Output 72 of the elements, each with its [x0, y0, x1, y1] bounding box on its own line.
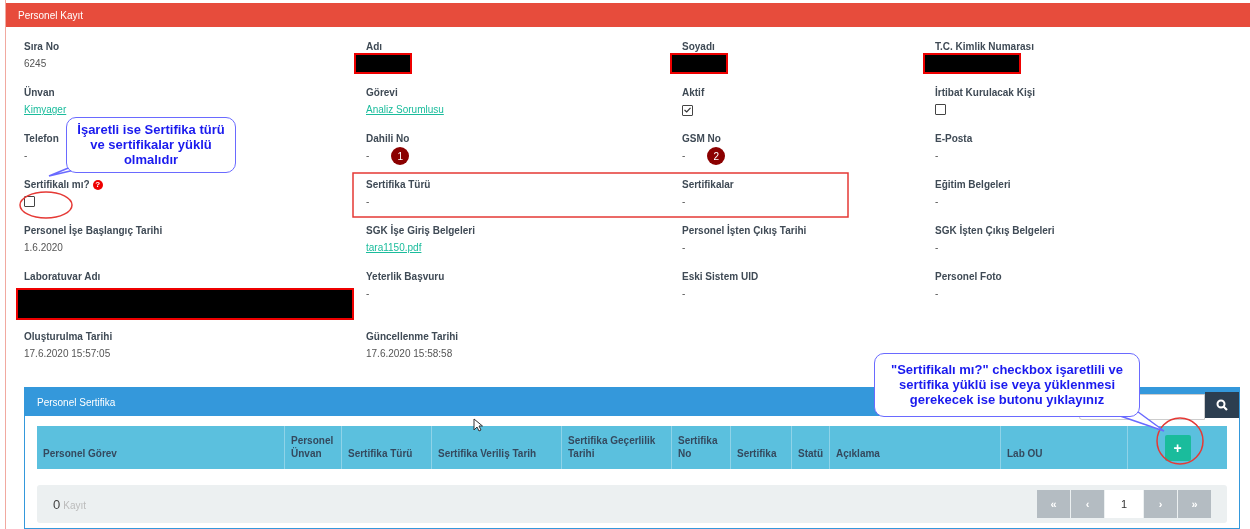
field-label: Yeterlik Başvuru	[366, 271, 445, 282]
field-value: -	[682, 288, 686, 299]
page-button[interactable]: 1	[1105, 490, 1143, 518]
field-label: Personel Foto	[935, 271, 1002, 282]
field-value: -	[935, 288, 939, 299]
highlight-circle	[1155, 416, 1205, 466]
field-label: Güncellenme Tarihi	[366, 331, 459, 342]
field-value: -	[935, 242, 939, 253]
checkbox[interactable]	[935, 104, 946, 115]
field-label: Telefon	[24, 133, 59, 144]
number-marker: 2	[707, 147, 726, 165]
field-label: Eğitim Belgeleri	[935, 179, 1011, 190]
field-label: Adı	[366, 41, 383, 52]
field-value: -	[366, 150, 370, 161]
field-label: Soyadı	[682, 41, 715, 52]
field-value: -	[366, 196, 370, 207]
field-label: GSM No	[682, 133, 721, 144]
field-label: Ünvan	[24, 87, 55, 98]
field-value: -	[682, 196, 686, 207]
field-label: E-Posta	[935, 133, 973, 144]
help-icon[interactable]: ?	[92, 179, 103, 190]
field-label: Dahili No	[366, 133, 410, 144]
column-header[interactable]: Açıklama	[836, 447, 880, 460]
column-header[interactable]: Personel Ünvan	[291, 434, 335, 460]
field-label: T.C. Kimlik Numarası	[935, 41, 1034, 52]
field-value: 1.6.2020	[24, 242, 63, 253]
field-label: Personel İşten Çıkış Tarihi	[682, 225, 807, 236]
column-header[interactable]: Sertifika Geçerlilik Tarihi	[568, 434, 665, 460]
column-header[interactable]: Sertifika Veriliş Tarih	[438, 447, 537, 460]
field-link[interactable]: Analiz Sorumlusu	[366, 104, 444, 115]
column-header[interactable]: Personel Görev	[43, 447, 117, 460]
field-label: Sıra No	[24, 41, 59, 52]
field-value: -	[682, 150, 686, 161]
column-header[interactable]: Sertifika	[737, 447, 777, 460]
panel-title: Personel Kayıt	[18, 9, 84, 21]
redaction-box	[354, 53, 412, 74]
panel-title: Personel Sertifika	[37, 396, 116, 408]
field-value: -	[935, 150, 939, 161]
column-header[interactable]: Sertifika No	[678, 434, 724, 460]
number-marker: 1	[391, 147, 410, 165]
column-header[interactable]: Statü	[798, 447, 823, 460]
field-label: Sertifikalar	[682, 179, 734, 190]
field-value: 6245	[24, 58, 47, 69]
field-label: Sertifika Türü	[366, 179, 431, 190]
search-button[interactable]	[1205, 392, 1239, 418]
field-value: -	[935, 196, 939, 207]
field-label: İrtibat Kurulacak Kişi	[935, 87, 1036, 98]
field-label: Görevi	[366, 87, 398, 98]
field-value: 17.6.2020 15:58:58	[366, 348, 453, 359]
field-label: SGK İşten Çıkış Belgeleri	[935, 225, 1055, 236]
field-label: Oluşturulma Tarihi	[24, 331, 113, 342]
field-link[interactable]: tara1150.pdf	[366, 242, 422, 253]
add-button[interactable]: +	[1164, 434, 1191, 461]
field-label: Eski Sistem UID	[682, 271, 759, 282]
field-value: -	[24, 150, 28, 161]
highlight-circle	[18, 190, 74, 220]
field-label: Sertifikalı mı?	[24, 179, 90, 190]
field-label: SGK İşe Giriş Belgeleri	[366, 225, 475, 236]
field-label: Personel İşe Başlangıç Tarihi	[24, 225, 163, 236]
field-value: -	[682, 242, 686, 253]
search-icon	[1216, 399, 1228, 411]
column-header[interactable]: Lab OU	[1007, 447, 1043, 460]
field-label: Laboratuvar Adı	[24, 271, 101, 282]
cursor-icon	[473, 418, 483, 432]
field-label: Aktif	[682, 87, 705, 98]
checkbox[interactable]	[682, 104, 693, 116]
field-link[interactable]: Kimyager	[24, 104, 67, 115]
redaction-box	[670, 53, 728, 74]
checkbox[interactable]	[24, 196, 35, 207]
field-value: -	[366, 288, 370, 299]
field-value: 17.6.2020 15:57:05	[24, 348, 111, 359]
column-header[interactable]: Sertifika Türü	[348, 447, 413, 460]
